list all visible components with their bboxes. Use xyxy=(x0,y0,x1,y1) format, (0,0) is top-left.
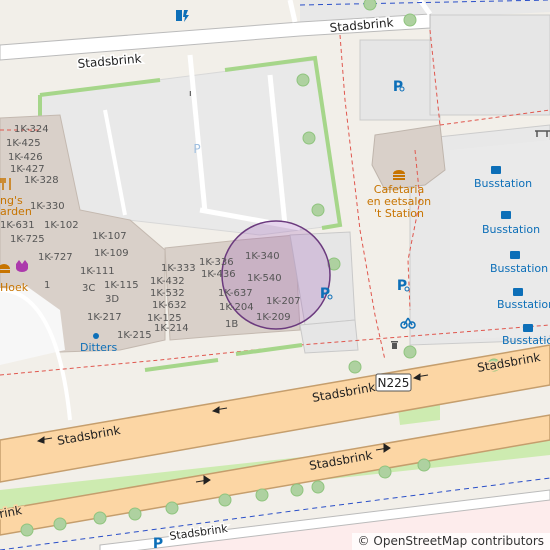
busstation-label: Busstation xyxy=(490,262,548,275)
house-number: 3D xyxy=(105,294,119,305)
house-number: 1K-214 xyxy=(154,323,189,334)
tree xyxy=(53,517,67,531)
house-number: 1K-102 xyxy=(44,220,79,231)
house-number: 1K-427 xyxy=(10,164,45,175)
bicycle-parking-icon[interactable]: P xyxy=(153,536,163,550)
house-number: 1K-336 xyxy=(199,257,234,268)
bus-stop-icon[interactable] xyxy=(513,288,523,296)
tree xyxy=(128,507,142,521)
tree xyxy=(93,511,107,525)
tree xyxy=(290,483,304,497)
house-number: 1K-632 xyxy=(152,300,187,311)
house-number: 1K-340 xyxy=(245,251,280,262)
house-number: 1K-725 xyxy=(10,234,45,245)
tree xyxy=(403,345,417,359)
house-number: 1K-637 xyxy=(218,288,253,299)
busstation-label: Busstation xyxy=(482,223,540,236)
hoek-label: Hoek xyxy=(0,281,29,294)
house-number: 1K-111 xyxy=(80,266,115,277)
busstation-label: Busstation xyxy=(474,177,532,190)
house-number: 1 xyxy=(44,280,50,291)
house-number: 1K-436 xyxy=(201,269,236,280)
parking-icon[interactable]: P xyxy=(193,142,200,156)
tree xyxy=(218,493,232,507)
tree xyxy=(255,488,269,502)
house-number: 1K-330 xyxy=(30,201,65,212)
tree xyxy=(311,203,325,217)
route-shield-label: N225 xyxy=(378,376,410,390)
ditters-label: Ditters xyxy=(80,341,117,354)
parking-area-ne2 xyxy=(429,14,550,116)
map-view[interactable]: Stadsbrink Stadsbrink Stadsbrink Stadsbr… xyxy=(0,0,550,550)
busstation-label: Busstation xyxy=(497,298,550,311)
house-number: 1K-115 xyxy=(104,280,139,291)
tree xyxy=(296,73,310,87)
bicycle-parking-icon[interactable]: P xyxy=(320,286,330,302)
tree xyxy=(417,458,431,472)
house-number: 1K-540 xyxy=(247,273,282,284)
house-number: 1B xyxy=(225,319,238,330)
fast-food-icon[interactable] xyxy=(393,170,405,180)
tree xyxy=(20,523,34,537)
tree xyxy=(378,465,392,479)
house-number: 1K-209 xyxy=(256,312,291,323)
tree xyxy=(403,13,417,27)
house-number: 1K-324 xyxy=(14,124,49,135)
bicycle-parking-icon[interactable]: P xyxy=(397,278,407,294)
house-number: 1K-727 xyxy=(38,252,73,263)
house-number: 1K-215 xyxy=(117,330,152,341)
map-canvas[interactable]: Stadsbrink Stadsbrink Stadsbrink Stadsbr… xyxy=(0,0,550,550)
shop-dot-icon[interactable] xyxy=(93,333,99,339)
house-number: 1K-204 xyxy=(219,302,254,313)
bus-stop-icon[interactable] xyxy=(523,324,533,332)
cafetaria-label: 't Station xyxy=(374,207,424,220)
tree xyxy=(363,0,377,11)
attribution: © OpenStreetMap contributors xyxy=(351,533,550,550)
house-number: 1K-425 xyxy=(6,138,41,149)
bus-stop-icon[interactable] xyxy=(491,166,501,174)
house-number: 1K-631 xyxy=(0,220,35,231)
house-number: 1K-107 xyxy=(92,231,127,242)
house-number: 1K-207 xyxy=(266,296,301,307)
gate-marker: ı xyxy=(189,89,192,99)
tree xyxy=(302,131,316,145)
copyright-symbol: © xyxy=(357,534,370,548)
house-number: 1K-217 xyxy=(87,312,122,323)
house-number: 1K-328 xyxy=(24,175,59,186)
waste-basket-icon[interactable] xyxy=(391,341,398,349)
parking-building-south xyxy=(299,319,359,354)
house-number: 1K-333 xyxy=(161,263,196,274)
tree xyxy=(348,360,362,374)
attribution-link[interactable]: OpenStreetMap contributors xyxy=(373,534,544,548)
house-number: 1K-532 xyxy=(150,288,185,299)
house-number: 1K-432 xyxy=(150,276,185,287)
bus-stop-icon[interactable] xyxy=(501,211,511,219)
bus-stop-icon[interactable] xyxy=(510,251,520,259)
busstation-label: Busstation xyxy=(502,334,550,347)
restaurant-label: arden xyxy=(0,205,32,218)
house-number: 1K-109 xyxy=(94,248,129,259)
house-number: 1K-426 xyxy=(8,152,43,163)
tree xyxy=(165,501,179,515)
house-number: 3C xyxy=(82,283,95,294)
tree xyxy=(311,480,325,494)
